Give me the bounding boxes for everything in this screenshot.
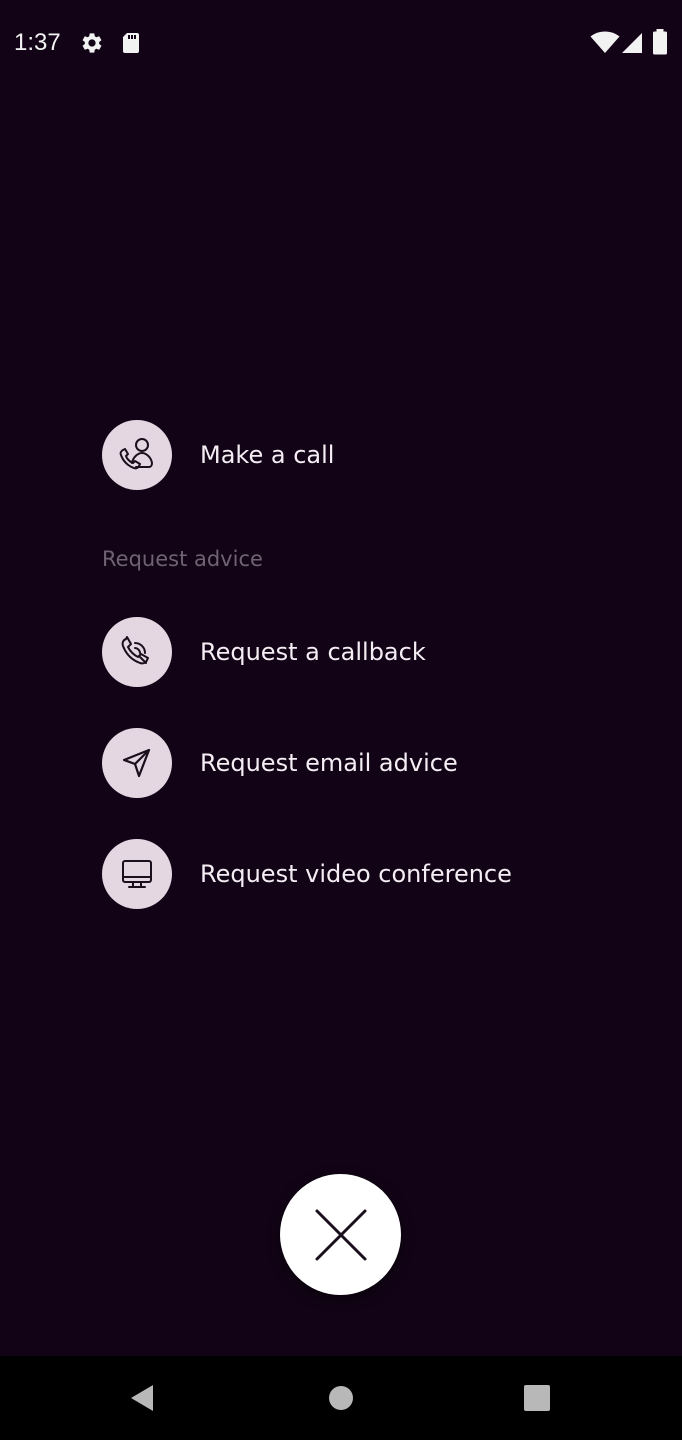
request-video-option[interactable]: Request video conference xyxy=(102,839,512,909)
home-button[interactable] xyxy=(291,1356,391,1440)
request-video-icon-circle xyxy=(102,839,172,909)
recents-icon xyxy=(524,1385,550,1411)
wifi-icon xyxy=(590,31,620,53)
back-button[interactable] xyxy=(92,1356,192,1440)
sd-card-icon xyxy=(123,33,139,53)
request-callback-option[interactable]: Request a callback xyxy=(102,617,426,687)
close-button[interactable] xyxy=(280,1174,401,1295)
section-label-request-advice: Request advice xyxy=(102,547,263,571)
send-arrow-icon xyxy=(122,748,151,778)
status-bar: 1:37 xyxy=(0,0,682,84)
battery-icon xyxy=(653,29,667,55)
gear-icon xyxy=(82,33,102,53)
request-video-label: Request video conference xyxy=(200,860,512,888)
request-email-icon-circle xyxy=(102,728,172,798)
phone-callback-icon xyxy=(121,636,149,665)
back-icon xyxy=(131,1385,153,1411)
make-call-label: Make a call xyxy=(200,441,335,469)
request-callback-icon-circle xyxy=(102,617,172,687)
cell-signal-icon xyxy=(622,33,642,53)
monitor-icon xyxy=(122,860,152,888)
request-callback-label: Request a callback xyxy=(200,638,426,666)
navigation-bar xyxy=(0,1356,682,1440)
home-icon xyxy=(329,1386,353,1410)
make-call-icon-circle xyxy=(102,420,172,490)
recents-button[interactable] xyxy=(487,1356,587,1440)
phone-person-icon xyxy=(119,438,153,470)
close-icon xyxy=(315,1209,366,1260)
make-call-option[interactable]: Make a call xyxy=(102,420,334,490)
request-email-option[interactable]: Request email advice xyxy=(102,728,458,798)
status-time: 1:37 xyxy=(14,29,61,56)
request-email-label: Request email advice xyxy=(200,749,458,777)
